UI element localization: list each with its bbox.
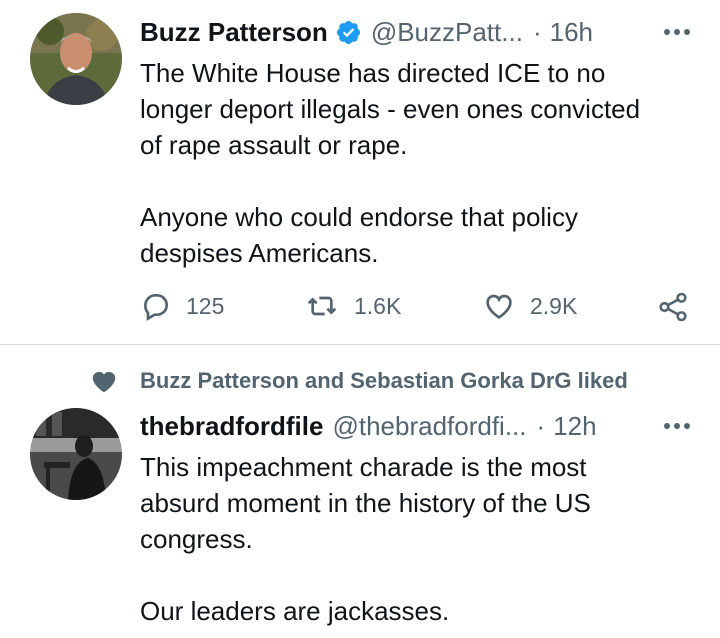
text-line: absurd moment in the history of the US xyxy=(140,488,591,518)
author-name[interactable]: thebradfordfile xyxy=(140,411,323,442)
text-line: Anyone who could endorse that policy xyxy=(140,202,578,232)
tweet-actions: 125 1.6K 2.9K xyxy=(140,288,700,328)
like-button[interactable]: 2.9K xyxy=(482,290,577,322)
text-line: The White House has directed ICE to no xyxy=(140,58,606,88)
share-button[interactable] xyxy=(656,290,690,324)
tweet-text: This impeachment charade is the most abs… xyxy=(140,449,700,629)
retweet-button[interactable]: 1.6K xyxy=(304,290,401,322)
tweet-header: Buzz Patterson @BuzzPatt... · 16h xyxy=(140,15,700,49)
retweet-count: 1.6K xyxy=(354,292,402,319)
more-icon[interactable] xyxy=(660,411,694,441)
text-line: This impeachment charade is the most xyxy=(140,452,587,482)
reply-button[interactable]: 125 xyxy=(140,290,224,322)
tweet-header: thebradfordfile @thebradfordfi... · 12h xyxy=(140,409,700,443)
reply-icon xyxy=(143,294,169,322)
text-line: of rape assault or rape. xyxy=(140,130,408,160)
tweet-text: The White House has directed ICE to no l… xyxy=(140,55,700,271)
text-line: longer deport illegals - even ones convi… xyxy=(140,94,641,124)
share-icon xyxy=(659,292,687,322)
more-icon[interactable] xyxy=(660,17,694,47)
social-context[interactable]: Buzz Patterson and Sebastian Gorka DrG l… xyxy=(140,368,628,394)
text-line: congress. xyxy=(140,524,253,554)
verified-badge-icon xyxy=(336,20,360,44)
timestamp[interactable]: 12h xyxy=(553,411,596,442)
author-handle[interactable]: @BuzzPatt... xyxy=(371,17,523,48)
retweet-icon xyxy=(307,296,337,316)
text-line: despises Americans. xyxy=(140,238,379,268)
tweet-divider xyxy=(0,344,720,345)
heart-icon xyxy=(486,294,512,319)
author-name[interactable]: Buzz Patterson xyxy=(140,17,328,48)
author-handle[interactable]: @thebradfordfi... xyxy=(332,411,526,442)
timestamp[interactable]: 16h xyxy=(550,17,593,48)
reply-count: 125 xyxy=(186,292,225,319)
separator-dot: · xyxy=(532,16,542,47)
separator-dot: · xyxy=(536,410,546,441)
avatar-thebradfordfile[interactable] xyxy=(30,408,122,500)
heart-filled-icon xyxy=(92,371,116,393)
text-line: Our leaders are jackasses. xyxy=(140,596,450,626)
like-count: 2.9K xyxy=(530,292,578,319)
avatar-buzz-patterson[interactable] xyxy=(30,13,122,105)
